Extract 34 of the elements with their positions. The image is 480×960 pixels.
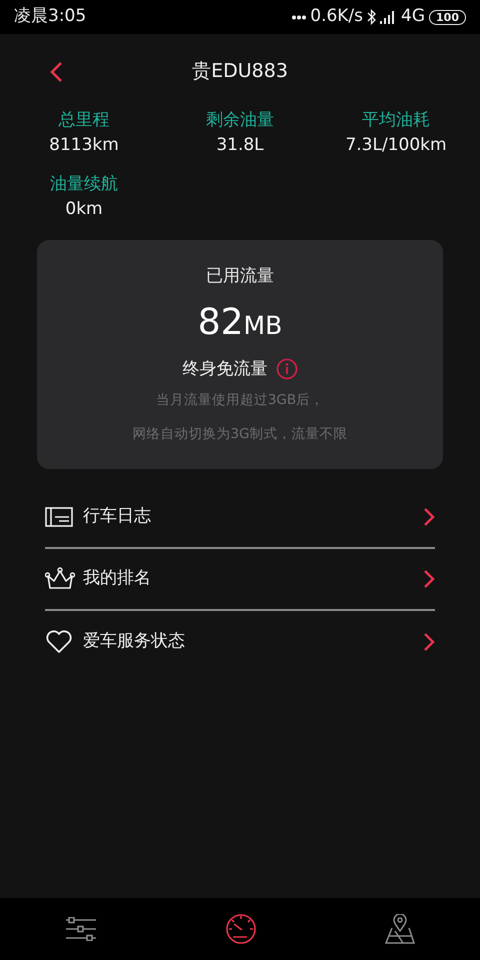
card-title: 已用流量 [206, 266, 274, 286]
stat-label: 剩余油量 [206, 109, 274, 132]
back-icon[interactable] [49, 60, 63, 83]
speedometer-icon[interactable] [226, 914, 256, 944]
menu-item[interactable]: 我的排名 [45, 548, 435, 610]
map-pin-icon[interactable] [385, 914, 416, 944]
network-speed: 0.6K/s [310, 5, 364, 28]
stat-value: 0km [65, 198, 103, 221]
stat-value: 7.3L/100km [345, 134, 447, 157]
data-used-value: 82 MB [198, 300, 282, 344]
notification-dots-icon [292, 14, 306, 20]
stat-label: 油量续航 [50, 173, 118, 196]
logbook-icon [45, 506, 73, 526]
chevron-icon [423, 632, 435, 652]
page-title: 贵EDU883 [192, 58, 288, 84]
battery-level: 100 [429, 10, 466, 24]
bluetooth-icon [367, 9, 376, 25]
sliders-icon[interactable] [64, 917, 97, 941]
stat-label: 总里程 [58, 109, 110, 132]
status-time: 凌晨3:05 [14, 5, 86, 28]
stat-value: 31.8L [216, 134, 264, 157]
menu-item[interactable]: 爱车服务状态 [45, 610, 435, 672]
info-icon[interactable] [276, 358, 298, 380]
chevron-icon [423, 568, 435, 588]
stat-label: 平均油耗 [362, 109, 430, 132]
crown-icon [45, 566, 75, 590]
menu-item[interactable]: 行车日志 [45, 486, 435, 548]
network-type: 4G [401, 5, 426, 28]
plan-label: 终身免流量 [182, 358, 268, 380]
note-text: 当月流量使用超过3GB后， [156, 391, 324, 410]
chevron-icon [423, 506, 435, 526]
stat-value: 8113km [49, 134, 119, 157]
note-text: 网络自动切换为3G制式，流量不限 [132, 425, 348, 444]
heart-icon [45, 630, 73, 654]
